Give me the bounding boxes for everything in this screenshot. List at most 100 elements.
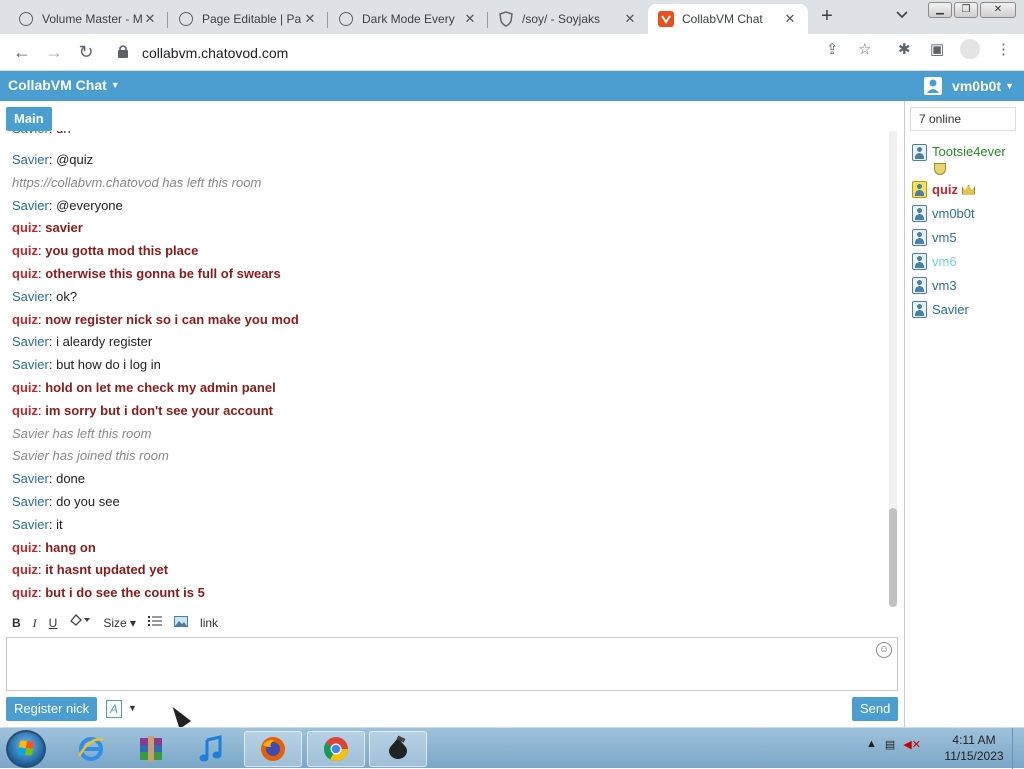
message-nick[interactable]: Savier bbox=[12, 494, 49, 509]
message-nick[interactable]: quiz bbox=[12, 220, 38, 235]
message-nick[interactable]: quiz bbox=[12, 540, 38, 555]
message-nick[interactable]: quiz bbox=[12, 562, 38, 577]
address-bar[interactable]: collabvm.chatovod.com bbox=[110, 38, 890, 66]
shield-icon bbox=[498, 11, 514, 27]
message-nick[interactable]: quiz bbox=[12, 403, 38, 418]
register-nick-button[interactable]: Register nick bbox=[6, 697, 98, 721]
caret-down-icon[interactable]: ▼ bbox=[128, 703, 137, 713]
italic-button[interactable]: I bbox=[27, 612, 43, 634]
reload-icon[interactable]: ↻ bbox=[74, 41, 98, 63]
restore-button[interactable]: ❐ bbox=[954, 2, 978, 18]
bold-button[interactable]: B bbox=[6, 612, 27, 634]
tray-arrow-icon[interactable]: ▲ bbox=[866, 738, 877, 751]
system-message: Savier has joined this room bbox=[12, 446, 169, 466]
chat-message: Savier: @quiz bbox=[12, 150, 93, 170]
minimize-button[interactable]: ▁ bbox=[928, 2, 952, 18]
smiley-icon[interactable]: ☺ bbox=[876, 642, 892, 658]
chevron-down-icon[interactable] bbox=[896, 8, 908, 22]
message-nick[interactable]: Savier bbox=[12, 471, 49, 486]
user-list-item[interactable]: quiz bbox=[912, 181, 975, 198]
user-list-item[interactable]: Tootsie4ever bbox=[912, 144, 1016, 175]
firefox-icon[interactable] bbox=[244, 731, 302, 767]
message-nick[interactable]: Savier bbox=[12, 152, 49, 167]
nick-separator: : bbox=[48, 471, 57, 486]
user-list-item[interactable]: Savier bbox=[912, 301, 969, 318]
color-fill-icon[interactable] bbox=[63, 612, 97, 634]
close-window-button[interactable]: ✕ bbox=[980, 2, 1016, 18]
volume-muted-icon[interactable]: ◀✕ bbox=[903, 738, 921, 751]
message-nick[interactable]: quiz bbox=[12, 266, 38, 281]
close-icon[interactable]: ✕ bbox=[782, 11, 798, 27]
user-name: vm6 bbox=[932, 254, 957, 269]
system-clock[interactable]: 4:11 AM 11/15/2023 bbox=[940, 732, 1008, 764]
user-icon bbox=[912, 253, 927, 270]
message-nick[interactable]: quiz bbox=[12, 243, 38, 258]
globe-icon bbox=[18, 11, 34, 27]
browser-tab-active[interactable]: CollabVM Chat ✕ bbox=[648, 4, 808, 34]
nick-separator: : bbox=[48, 357, 57, 372]
send-button[interactable]: Send bbox=[852, 697, 899, 721]
app-icon[interactable] bbox=[369, 731, 427, 767]
forward-arrow-icon[interactable]: → bbox=[42, 41, 66, 63]
user-menu[interactable]: vm0b0t ▼ bbox=[924, 77, 1014, 95]
bookmark-star-icon[interactable]: ☆ bbox=[858, 40, 871, 58]
message-nick[interactable]: Savier bbox=[12, 517, 49, 532]
browser-tab[interactable]: /soy/ - Soyjaks ✕ bbox=[488, 4, 648, 34]
new-tab-button[interactable]: + bbox=[816, 6, 838, 28]
close-icon[interactable]: ✕ bbox=[462, 11, 478, 27]
user-list-item[interactable]: vm5 bbox=[912, 229, 957, 246]
winrar-icon[interactable] bbox=[122, 731, 180, 767]
extensions-icon[interactable]: ✱ bbox=[898, 40, 911, 58]
message-text: savier bbox=[45, 220, 83, 235]
kebab-menu-icon[interactable]: ⋮ bbox=[996, 40, 1011, 58]
back-arrow-icon[interactable]: ← bbox=[10, 41, 34, 63]
user-list-item[interactable]: vm6 bbox=[912, 253, 957, 270]
admin-crown-icon bbox=[962, 184, 975, 195]
size-dropdown[interactable]: Size ▾ bbox=[97, 612, 142, 634]
chat-message: quiz: hold on let me check my admin pane… bbox=[12, 378, 276, 398]
browser-tab[interactable]: Volume Master - M ✕ bbox=[8, 4, 168, 34]
share-icon[interactable]: ⇪ bbox=[826, 40, 839, 58]
itunes-icon[interactable] bbox=[182, 731, 240, 767]
list-icon[interactable] bbox=[142, 612, 168, 634]
close-icon[interactable]: ✕ bbox=[302, 11, 318, 27]
close-icon[interactable]: ✕ bbox=[622, 11, 638, 27]
image-icon[interactable] bbox=[168, 612, 194, 634]
message-nick[interactable]: quiz bbox=[12, 585, 38, 600]
scrollbar-thumb[interactable] bbox=[889, 508, 897, 607]
font-style-button[interactable]: A bbox=[106, 700, 122, 718]
chat-message: Savier: ok? bbox=[12, 287, 77, 307]
chat-message: quiz: now register nick so i can make yo… bbox=[12, 310, 299, 330]
message-nick[interactable]: Savier bbox=[12, 357, 49, 372]
user-list-item[interactable]: vm3 bbox=[912, 277, 957, 294]
side-panel-icon[interactable]: ▣ bbox=[930, 40, 944, 58]
chat-message: quiz: hang on bbox=[12, 538, 96, 558]
chrome-icon[interactable] bbox=[307, 731, 365, 767]
message-nick[interactable]: quiz bbox=[12, 380, 38, 395]
chat-message: Savier: but how do i log in bbox=[12, 355, 161, 375]
room-tab-main[interactable]: Main bbox=[6, 107, 52, 131]
message-nick[interactable]: Savier bbox=[12, 289, 49, 304]
message-text: but how do i log in bbox=[56, 357, 161, 372]
profile-avatar-icon[interactable] bbox=[960, 39, 980, 59]
brand-menu[interactable]: CollabVM Chat ▼ bbox=[8, 77, 120, 93]
message-nick[interactable]: quiz bbox=[12, 312, 38, 327]
start-button[interactable] bbox=[6, 730, 46, 768]
show-desktop-button[interactable] bbox=[1012, 728, 1024, 769]
message-input[interactable]: ☺ bbox=[6, 637, 898, 691]
caret-down-icon: ▼ bbox=[1005, 81, 1014, 91]
internet-explorer-icon[interactable] bbox=[62, 731, 120, 767]
chat-message: quiz: it hasnt updated yet bbox=[12, 560, 168, 580]
link-button[interactable]: link bbox=[194, 612, 224, 634]
underline-button[interactable]: U bbox=[43, 612, 64, 634]
globe-icon bbox=[338, 11, 354, 27]
network-icon[interactable]: ▤ bbox=[885, 738, 895, 751]
user-list-item[interactable]: vm0b0t bbox=[912, 205, 975, 222]
user-icon bbox=[912, 277, 927, 294]
message-nick[interactable]: Savier bbox=[12, 334, 49, 349]
close-icon[interactable]: ✕ bbox=[142, 11, 158, 27]
message-nick[interactable]: Savier bbox=[12, 198, 49, 213]
user-name: vm0b0t bbox=[932, 206, 975, 221]
browser-tab[interactable]: Page Editable | Pa ✕ bbox=[168, 4, 328, 34]
browser-tab[interactable]: Dark Mode Every ✕ bbox=[328, 4, 488, 34]
